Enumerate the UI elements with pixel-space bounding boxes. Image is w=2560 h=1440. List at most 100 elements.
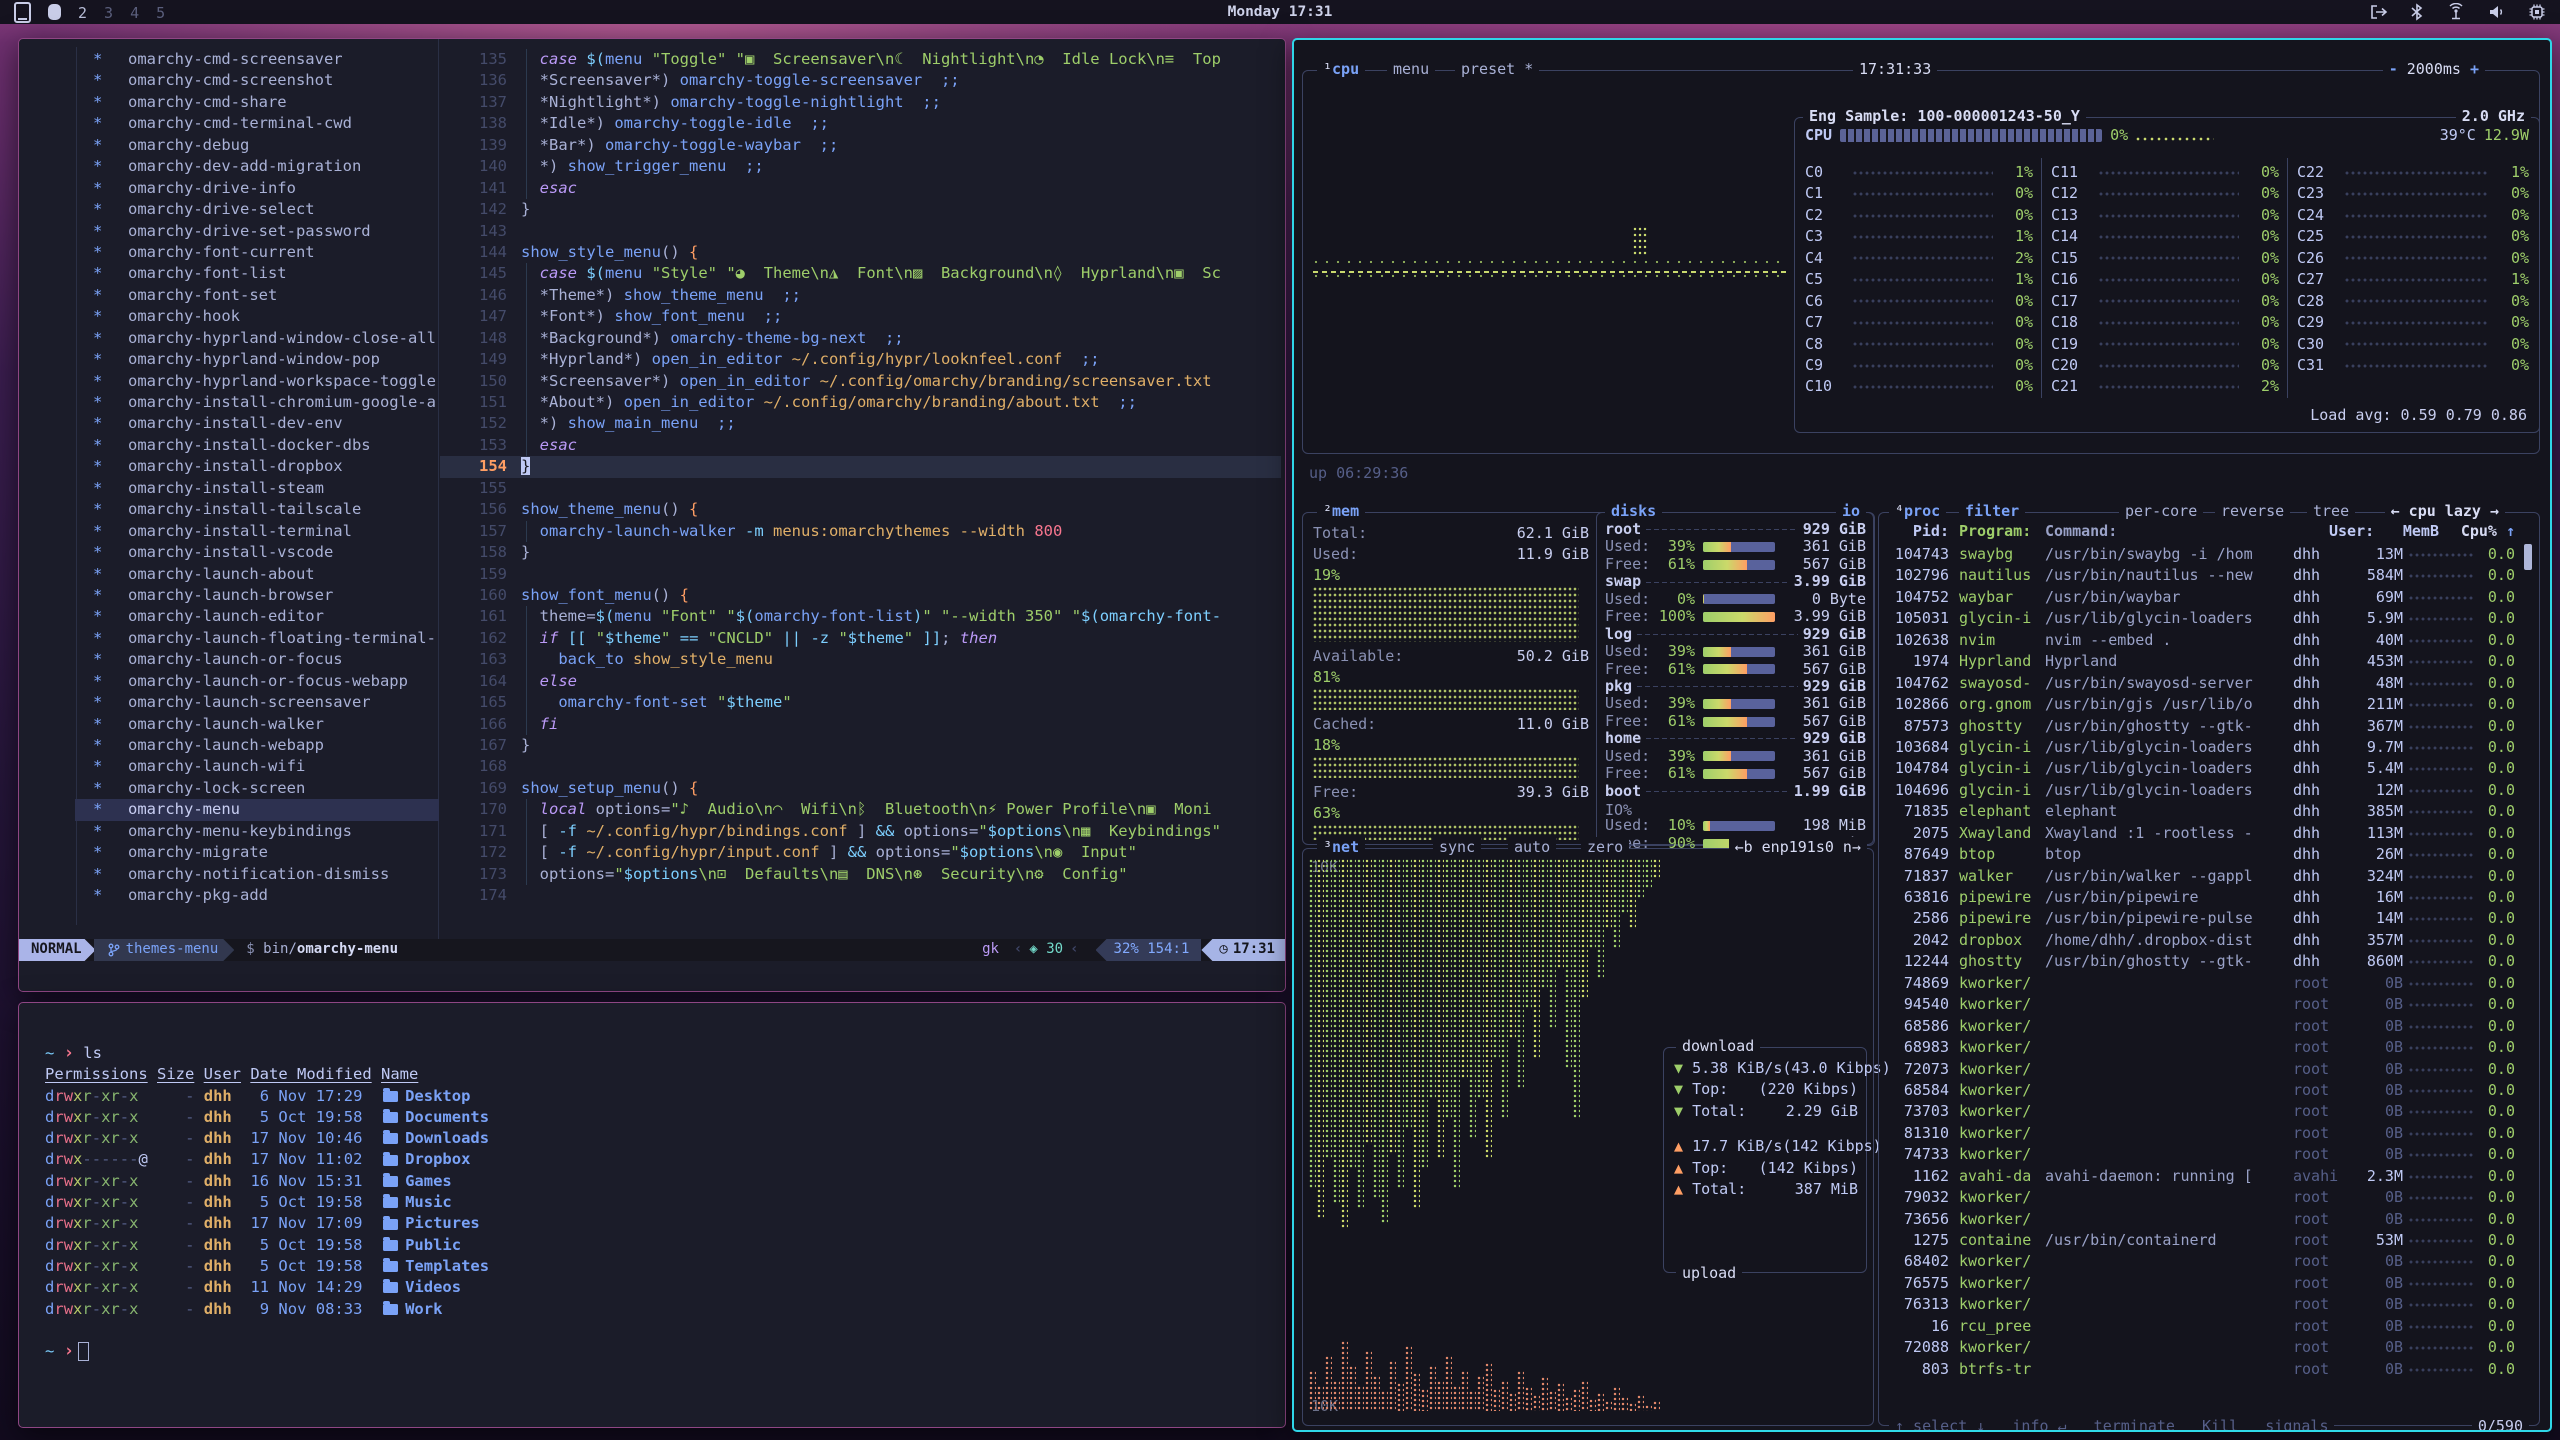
process-row[interactable]: 72088kworker/root0B0.0 [1887, 1337, 2515, 1358]
terminal-cursor[interactable] [78, 1342, 89, 1361]
process-row[interactable]: 74733kworker/root0B0.0 [1887, 1144, 2515, 1165]
mem-box-title[interactable]: ²mem [1317, 501, 1365, 522]
btop-window[interactable]: ¹cpu menu preset * 17:31:33 - 2000ms + u… [1292, 38, 2552, 1432]
process-row[interactable]: 76575kworker/root0B0.0 [1887, 1273, 2515, 1294]
line-number: 137 [449, 92, 507, 113]
net-up-bar [1469, 1391, 1476, 1411]
process-row[interactable]: 63816pipewire/usr/bin/pipewiredhh16M0.0 [1887, 887, 2515, 908]
ls-date: 5 Oct 19:58 [241, 1107, 381, 1128]
chip-icon[interactable] [2528, 3, 2546, 21]
core-row: C190% [2051, 334, 2279, 355]
update-interval[interactable]: - 2000ms + [2383, 59, 2485, 80]
net-sync-toggle[interactable]: sync [1433, 837, 1481, 858]
process-row[interactable]: 2042dropbox/home/dhh/.dropbox-distdhh357… [1887, 930, 2515, 951]
net-down-bar [1437, 859, 1444, 1159]
clock[interactable]: Monday 17:31 [0, 4, 2560, 20]
net-box-title[interactable]: ³net [1317, 837, 1365, 858]
ls-date: 17 Nov 11:02 [241, 1149, 381, 1170]
process-row[interactable]: 2075XwaylandXwayland :1 -rootless -dhh11… [1887, 823, 2515, 844]
proc-percore-toggle[interactable]: per-core [2119, 501, 2203, 522]
logout-icon[interactable] [2370, 4, 2388, 20]
process-row[interactable]: 81310kworker/root0B0.0 [1887, 1123, 2515, 1144]
process-row[interactable]: 94540kworker/root0B0.0 [1887, 994, 2515, 1015]
code-line: 160show_font_menu() { [19, 585, 1285, 606]
network-icon[interactable] [2446, 3, 2466, 21]
net-up-bar [1333, 1381, 1340, 1411]
proc-box-title[interactable]: ⁴proc [1889, 501, 1946, 522]
process-list[interactable]: 104743swaybg/usr/bin/swaybg -i /homdhh13… [1887, 544, 2515, 1380]
ls-date: 5 Oct 19:58 [241, 1192, 381, 1213]
core-row: C290% [2297, 312, 2529, 333]
core-row: C80% [1805, 334, 2033, 355]
process-row[interactable]: 68402kworker/root0B0.0 [1887, 1251, 2515, 1272]
process-row[interactable]: 104762swayosd-/usr/bin/swayosd-serverdhh… [1887, 673, 2515, 694]
process-row[interactable]: 16rcu_preeroot0B0.0 [1887, 1316, 2515, 1337]
process-row[interactable]: 105031glycin-i/usr/lib/glycin-loadersdhh… [1887, 608, 2515, 629]
process-row[interactable]: 79032kworker/root0B0.0 [1887, 1187, 2515, 1208]
process-row[interactable]: 104784glycin-i/usr/lib/glycin-loadersdhh… [1887, 758, 2515, 779]
net-down-bar [1365, 859, 1372, 1144]
proc-filter-button[interactable]: filter [1959, 501, 2025, 522]
menu-button[interactable]: menu [1387, 59, 1435, 80]
volume-icon[interactable] [2488, 4, 2506, 20]
process-row[interactable]: 68983kworker/root0B0.0 [1887, 1037, 2515, 1058]
line-number: 152 [449, 413, 507, 434]
proc-sort-mode[interactable]: ← cpu lazy → [2385, 501, 2505, 522]
process-row[interactable]: 104743swaybg/usr/bin/swaybg -i /homdhh13… [1887, 544, 2515, 565]
process-row[interactable]: 103684glycin-i/usr/lib/glycin-loadersdhh… [1887, 737, 2515, 758]
process-row[interactable]: 102638nvimnvim --embed .dhh40M0.0 [1887, 630, 2515, 651]
code-line: 143 [19, 221, 1285, 242]
core-row: C120% [2051, 183, 2279, 204]
proc-header[interactable]: Pid: Program: Command: User: MemB Cpu% ↑ [1887, 521, 2515, 542]
line-number: 148 [449, 328, 507, 349]
process-row[interactable]: 76313kworker/root0B0.0 [1887, 1294, 2515, 1315]
mem-percent: 18% [1313, 735, 1589, 756]
process-row[interactable]: 68584kworker/root0B0.0 [1887, 1080, 2515, 1101]
process-row[interactable]: 87573ghostty/usr/bin/ghostty --gtk-dhh36… [1887, 716, 2515, 737]
process-row[interactable]: 1974HyprlandHyprlanddhh453M0.0 [1887, 651, 2515, 672]
process-row[interactable]: 12244ghostty/usr/bin/ghostty --gtk-dhh86… [1887, 951, 2515, 972]
process-row[interactable]: 68586kworker/root0B0.0 [1887, 1016, 2515, 1037]
process-row[interactable]: 104752waybar/usr/bin/waybardhh69M0.0 [1887, 587, 2515, 608]
process-row[interactable]: 71837walker/usr/bin/walker --gappldhh324… [1887, 866, 2515, 887]
proc-tree-toggle[interactable]: tree [2307, 501, 2355, 522]
net-zero-toggle[interactable]: zero [1581, 837, 1629, 858]
proc-box: ⁴proc filter per-core reverse tree ← cpu… [1878, 512, 2540, 1426]
folder-icon [383, 1261, 398, 1272]
process-row[interactable]: 1275containe/usr/bin/containerdroot53M0.… [1887, 1230, 2515, 1251]
proc-scrollbar-thumb[interactable] [2524, 544, 2532, 570]
process-row[interactable]: 73703kworker/root0B0.0 [1887, 1101, 2515, 1122]
line-number: 138 [449, 113, 507, 134]
proc-keybinds[interactable]: ↑ select ↓ info ↵ terminate Kill signals [1889, 1416, 2334, 1432]
preset-button[interactable]: preset * [1455, 59, 1539, 80]
proc-reverse-toggle[interactable]: reverse [2215, 501, 2290, 522]
process-row[interactable]: 87649btopbtopdhh26M0.0 [1887, 844, 2515, 865]
core-row: C271% [2297, 269, 2529, 290]
process-row[interactable]: 1162avahi-daavahi-daemon: running [avahi… [1887, 1166, 2515, 1187]
code-buffer[interactable]: 135 case $(menu "Toggle" "▣ Screensaver\… [19, 49, 1285, 907]
permissions: drwxr-xr-x [45, 1086, 157, 1107]
process-row[interactable]: 72073kworker/root0B0.0 [1887, 1059, 2515, 1080]
disk-meter [1703, 699, 1775, 709]
process-row[interactable]: 73656kworker/root0B0.0 [1887, 1209, 2515, 1230]
mode-indicator: NORMAL [19, 939, 96, 961]
ls-name: Dropbox [405, 1149, 470, 1170]
process-row[interactable]: 803btrfs-trroot0B0.0 [1887, 1359, 2515, 1380]
net-interface[interactable]: ←b enp191s0 n→ [1729, 837, 1867, 858]
bluetooth-icon[interactable] [2410, 3, 2424, 21]
separator: ‹ [1070, 939, 1078, 960]
core-row: C110% [2051, 162, 2279, 183]
process-row[interactable]: 104696glycin-i/usr/lib/glycin-loadersdhh… [1887, 780, 2515, 801]
net-down-bar [1637, 859, 1644, 899]
process-row[interactable]: 74869kworker/root0B0.0 [1887, 973, 2515, 994]
process-row[interactable]: 102866org.gnom/usr/bin/gjs /usr/lib/odhh… [1887, 694, 2515, 715]
proc-scrollbar[interactable] [2524, 544, 2532, 1389]
core-row: C130% [2051, 205, 2279, 226]
process-row[interactable]: 2586pipewire/usr/bin/pipewire-pulsedhh14… [1887, 908, 2515, 929]
process-row[interactable]: 71835elephantelephantdhh385M0.0 [1887, 801, 2515, 822]
cpu-box-title[interactable]: ¹cpu [1317, 59, 1365, 80]
process-row[interactable]: 102796nautilus/usr/bin/nautilus --newdhh… [1887, 565, 2515, 586]
neovim-window[interactable]: *omarchy-cmd-screensaver*omarchy-cmd-scr… [18, 38, 1286, 992]
terminal-window[interactable]: ~ › lsPermissions Size User Date Modifie… [18, 1002, 1286, 1428]
net-auto-toggle[interactable]: auto [1508, 837, 1556, 858]
